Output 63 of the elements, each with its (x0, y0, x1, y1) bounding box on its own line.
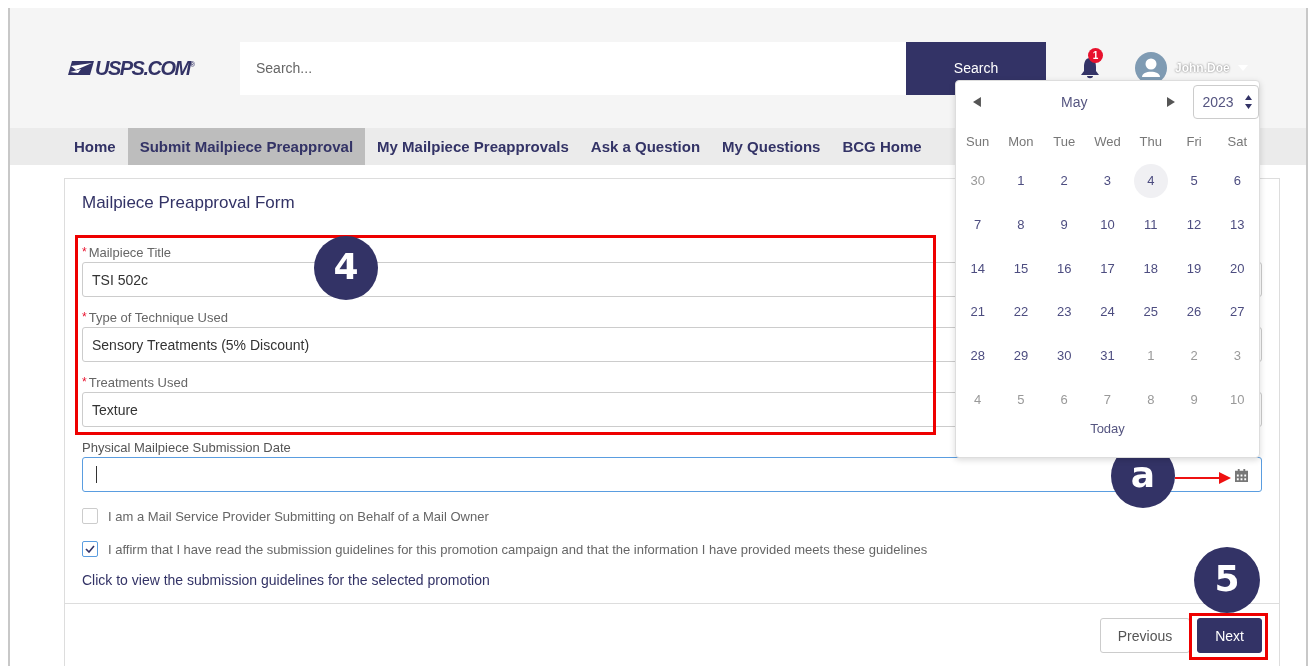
calendar-day[interactable]: 3 (1090, 163, 1125, 198)
required-mark: * (82, 375, 87, 389)
calendar-day[interactable]: 26 (1177, 294, 1212, 329)
checkbox-label: I am a Mail Service Provider Submitting on Behalf of a Mail Owner (108, 508, 489, 524)
calendar-day[interactable]: 6 (1220, 163, 1255, 198)
calendar-day[interactable]: 4 (1133, 163, 1168, 198)
calendar-day[interactable]: 12 (1177, 207, 1212, 242)
checkbox-label: I affirm that I have read the submission guidelines for this promotion campaign and that the information I have provided meets these guidelines (108, 541, 928, 557)
logo-text[interactable]: USPS.COM$^{®}$ (95, 56, 194, 80)
field-label: Physical Mailpiece Submission Date (82, 439, 291, 455)
calendar-day[interactable]: 8 (1003, 207, 1038, 242)
weekday-label: Sat (1226, 132, 1249, 151)
step-badge: 4 (314, 236, 378, 300)
calendar-day[interactable]: 25 (1133, 294, 1168, 329)
weekday-label: Wed (1093, 132, 1122, 151)
form-title: Mailpiece Preapproval Form (82, 192, 295, 213)
calendar-day[interactable]: 13 (1220, 207, 1255, 242)
field-label: Mailpiece Title (88, 244, 172, 260)
step-badge: 5 (1194, 547, 1260, 613)
calendar-day[interactable]: 22 (1003, 294, 1038, 329)
field-label: Type of Technique Used (88, 309, 228, 325)
calendar-day[interactable]: 21 (960, 294, 995, 329)
calendar-day[interactable]: 2 (1047, 163, 1082, 198)
calendar-day[interactable]: 10 (1090, 207, 1125, 242)
nav-tab[interactable]: My Mailpiece Preapprovals (367, 128, 579, 165)
guidelines-link[interactable]: Click to view the submission guidelines for the selected promotion (82, 572, 490, 588)
calendar-day[interactable]: 7 (960, 207, 995, 242)
field-label: Treatments Used (88, 374, 188, 390)
nav-tab[interactable]: My Questions (712, 128, 831, 165)
checkbox[interactable] (82, 508, 98, 524)
weekday-label: Thu (1138, 132, 1163, 151)
nav-tab[interactable]: Home (64, 128, 126, 165)
weekday-label: Mon (1007, 132, 1035, 151)
weekday-label: Fri (1185, 132, 1203, 151)
next-button[interactable]: Next (1197, 618, 1262, 653)
notification-badge: 1 (1088, 48, 1103, 63)
eagle-logo-icon (68, 60, 94, 76)
calendar-day[interactable]: 24 (1090, 294, 1125, 329)
calendar-day[interactable]: 5 (1177, 163, 1212, 198)
user-name[interactable]: John.Doe (1175, 61, 1230, 75)
calendar-day[interactable]: 1 (1003, 163, 1038, 198)
previous-button[interactable]: Previous (1099, 618, 1191, 653)
previous-month-icon[interactable] (973, 97, 981, 107)
calendar-day[interactable]: 27 (1220, 294, 1255, 329)
nav-tab[interactable]: Ask a Question (580, 128, 711, 165)
nav-tab[interactable]: Submit Mailpiece Preapproval (127, 128, 366, 165)
search-field[interactable]: Search... (240, 41, 906, 95)
calendar-day[interactable]: 11 (1133, 207, 1168, 242)
nav-tab[interactable]: BCG Home (832, 128, 932, 165)
required-mark: * (82, 310, 87, 324)
calendar-day[interactable]: 9 (1047, 207, 1082, 242)
weekday-label: Tue (1052, 132, 1077, 151)
required-mark: * (82, 245, 87, 259)
pointer-arrow (1175, 472, 1231, 484)
weekday-label: Sun (965, 132, 991, 151)
spinner-icon[interactable] (1245, 95, 1252, 109)
month-label: May (1059, 94, 1089, 110)
checkbox[interactable] (82, 541, 98, 557)
year-field[interactable]: 2023 (1193, 85, 1259, 119)
calendar-day[interactable]: 23 (1047, 294, 1082, 329)
next-month-icon[interactable] (1167, 97, 1176, 107)
checkmark-icon (85, 545, 95, 553)
calendar-icon[interactable] (1235, 469, 1248, 482)
